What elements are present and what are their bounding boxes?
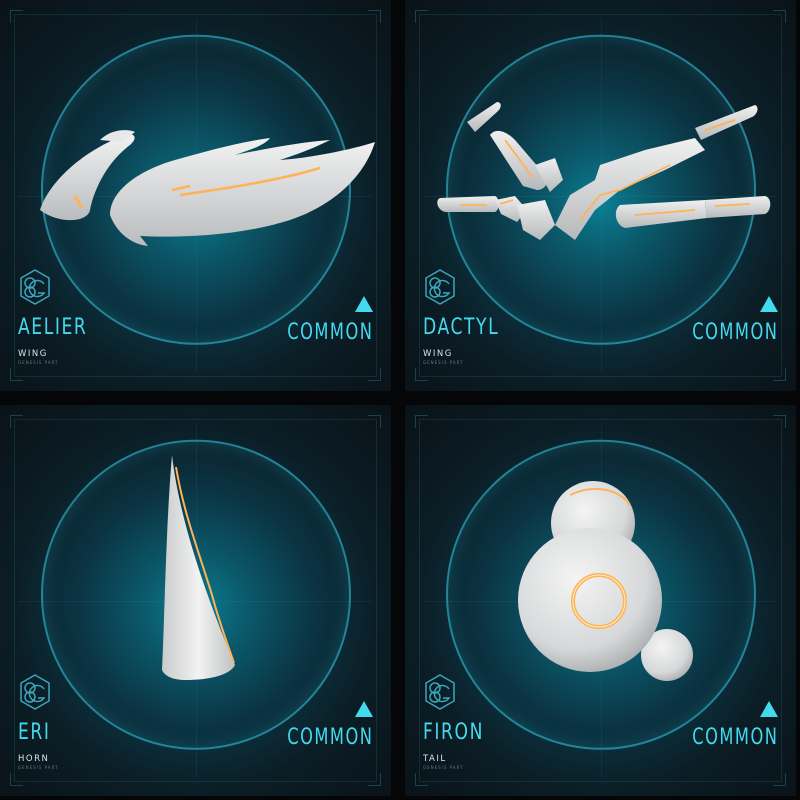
part-name: ERI xyxy=(18,720,51,745)
part-type: WING xyxy=(18,349,48,359)
rarity-label: COMMON xyxy=(286,725,373,750)
part-type: WING xyxy=(423,349,453,359)
triangle-up-icon xyxy=(355,296,373,312)
triangle-up-icon xyxy=(760,701,778,717)
rarity-label: COMMON xyxy=(691,725,778,750)
hex-g-logo-icon xyxy=(20,269,50,305)
part-card-firon[interactable]: FIRON TAIL GENESIS PART COMMON xyxy=(405,405,796,796)
part-subtitle: GENESIS PART xyxy=(18,765,59,770)
hex-g-logo-icon xyxy=(20,674,50,710)
part-name: AELIER xyxy=(18,315,88,340)
triangle-up-icon xyxy=(355,701,373,717)
part-type: TAIL xyxy=(423,754,447,764)
part-card-grid: AELIER WING GENESIS PART COMMON DACTYL W… xyxy=(0,0,800,800)
part-subtitle: GENESIS PART xyxy=(18,360,59,365)
triangle-up-icon xyxy=(760,296,778,312)
part-card-dactyl[interactable]: DACTYL WING GENESIS PART COMMON xyxy=(405,0,796,391)
part-card-eri[interactable]: ERI HORN GENESIS PART COMMON xyxy=(0,405,391,796)
part-type: HORN xyxy=(18,754,50,764)
part-name: DACTYL xyxy=(423,315,500,340)
part-subtitle: GENESIS PART xyxy=(423,360,464,365)
rarity-label: COMMON xyxy=(691,320,778,345)
rarity-label: COMMON xyxy=(286,320,373,345)
part-name: FIRON xyxy=(423,720,484,745)
hex-g-logo-icon xyxy=(425,269,455,305)
part-subtitle: GENESIS PART xyxy=(423,765,464,770)
part-card-aelier[interactable]: AELIER WING GENESIS PART COMMON xyxy=(0,0,391,391)
hex-g-logo-icon xyxy=(425,674,455,710)
